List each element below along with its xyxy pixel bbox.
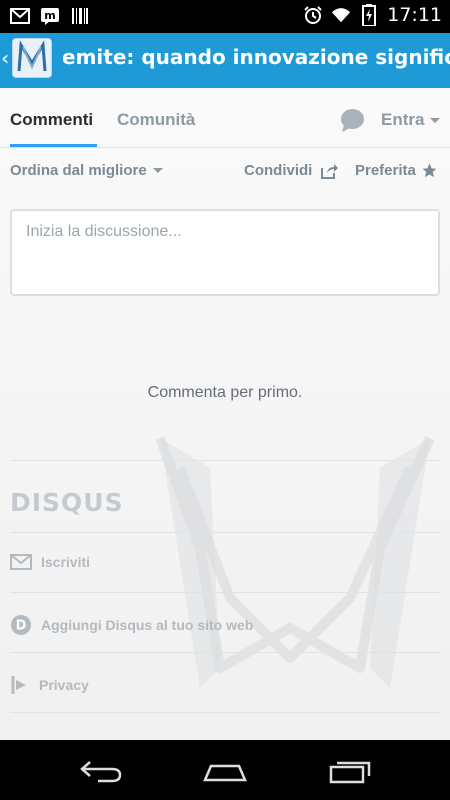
subscribe-link[interactable]: Iscriviti: [10, 554, 90, 570]
divider: [10, 532, 440, 533]
wifi-icon: [331, 5, 351, 25]
divider: [10, 592, 440, 593]
chat-bubble-icon[interactable]: [340, 108, 365, 133]
active-tab-indicator: [10, 144, 97, 147]
disqus-d-icon: D: [11, 615, 31, 635]
watermark-logo: [155, 435, 435, 688]
home-icon[interactable]: [200, 756, 250, 786]
comment-input[interactable]: Inizia la discussione...: [10, 209, 440, 296]
action-bar: ‹ emite: quando innovazione significa an…: [0, 33, 450, 88]
chevron-down-icon: [430, 117, 441, 123]
back-chevron-icon[interactable]: ‹: [1, 46, 9, 70]
subscribe-label: Iscriviti: [41, 554, 91, 570]
recent-apps-icon[interactable]: [325, 756, 375, 786]
divider: [10, 652, 440, 653]
add-disqus-label: Aggiungi Disqus al tuo sito web: [41, 617, 254, 633]
empty-state-message: Commenta per primo.: [147, 384, 303, 401]
disqus-content: Commenti Comunità Entra Ordina dal migli…: [0, 88, 450, 740]
mail-icon: [10, 554, 32, 570]
page-title: emite: quando innovazione significa anch…: [62, 45, 450, 69]
sort-dropdown[interactable]: Ordina dal migliore: [10, 162, 163, 179]
sort-share-bar: Ordina dal migliore Condividi Preferita: [0, 150, 450, 190]
privacy-icon: [11, 676, 26, 694]
svg-text:m: m: [44, 9, 55, 22]
tab-comments[interactable]: Commenti: [10, 110, 93, 130]
barcode-icon: [70, 6, 90, 26]
back-icon[interactable]: [75, 756, 125, 786]
battery-charging-icon: [359, 4, 379, 26]
messaging-icon: m: [40, 6, 60, 26]
sort-label: Ordina dal migliore: [10, 162, 147, 179]
tab-bar: Commenti Comunità Entra: [0, 88, 450, 148]
alarm-icon: [303, 5, 323, 25]
star-icon: [422, 163, 437, 178]
divider: [10, 712, 440, 713]
tab-community[interactable]: Comunità: [117, 110, 195, 130]
login-dropdown[interactable]: Entra: [381, 110, 441, 130]
privacy-label: Privacy: [39, 677, 89, 693]
svg-text:D: D: [16, 619, 27, 634]
chevron-down-icon: [152, 168, 163, 173]
status-bar: m 17:11: [0, 0, 450, 33]
navigation-bar: [0, 740, 450, 800]
share-icon: [321, 163, 339, 179]
login-label: Entra: [381, 110, 425, 129]
favorite-label: Preferita: [355, 162, 416, 179]
disqus-logo: DISQUS: [10, 488, 124, 517]
favorite-button[interactable]: Preferita: [355, 162, 438, 179]
share-label: Condividi: [244, 162, 313, 179]
privacy-link[interactable]: Privacy: [10, 674, 89, 696]
comment-placeholder: Inizia la discussione...: [26, 223, 182, 240]
divider: [10, 460, 440, 461]
share-button[interactable]: Condividi: [244, 162, 339, 179]
gmail-icon: [10, 6, 30, 26]
app-logo-icon[interactable]: [12, 38, 52, 78]
add-disqus-link[interactable]: D Aggiungi Disqus al tuo sito web: [10, 614, 253, 636]
status-time: 17:11: [387, 4, 442, 26]
